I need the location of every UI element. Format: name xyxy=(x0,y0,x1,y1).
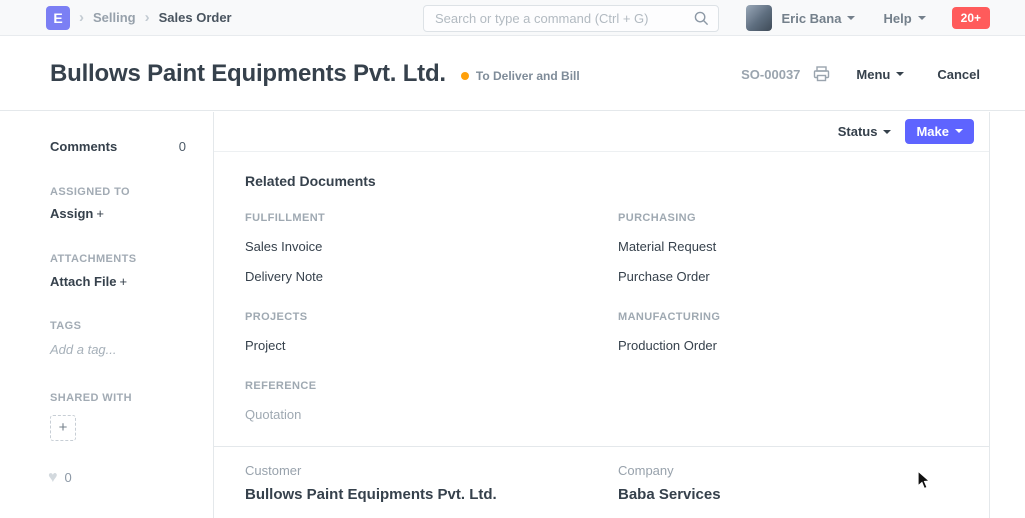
document-number: SO-00037 xyxy=(741,67,800,82)
user-menu[interactable]: Eric Bana xyxy=(781,11,855,26)
status-dropdown[interactable]: Status xyxy=(838,124,892,139)
customer-value[interactable]: Bullows Paint Equipments Pvt. Ltd. xyxy=(245,486,618,503)
user-avatar[interactable] xyxy=(746,5,772,31)
make-label: Make xyxy=(916,124,949,139)
related-documents-title: Related Documents xyxy=(245,173,989,189)
doc-group-heading: MANUFACTURING xyxy=(618,311,989,323)
chevron-down-icon xyxy=(883,130,891,134)
page-header: Bullows Paint Equipments Pvt. Ltd. To De… xyxy=(0,37,1025,111)
add-share-button[interactable]: + xyxy=(50,415,76,441)
doc-link-project[interactable]: Project xyxy=(245,338,285,353)
attach-file-label: Attach File xyxy=(50,274,116,289)
company-value[interactable]: Baba Services xyxy=(618,486,989,503)
menu-label: Menu xyxy=(856,67,890,82)
doc-link-purchase-order[interactable]: Purchase Order xyxy=(618,269,710,284)
attachments-heading: ATTACHMENTS xyxy=(50,253,136,265)
print-icon[interactable] xyxy=(813,66,830,82)
app-window: E › Selling › Sales Order Eric Bana Help… xyxy=(0,0,1025,518)
doc-link-production-order[interactable]: Production Order xyxy=(618,338,717,353)
status-dropdown-label: Status xyxy=(838,124,878,139)
tags-heading: TAGS xyxy=(50,320,81,332)
app-logo[interactable]: E xyxy=(46,6,70,30)
add-tag-input[interactable]: Add a tag... xyxy=(50,342,117,357)
chevron-down-icon xyxy=(918,16,926,20)
header-actions: SO-00037 Menu Cancel xyxy=(741,37,980,111)
doc-group-reference: REFERENCE Quotation xyxy=(245,380,618,422)
company-field: Company Baba Services xyxy=(618,463,989,503)
top-navbar: E › Selling › Sales Order Eric Bana Help… xyxy=(0,0,1025,36)
form-toolbar: Status Make xyxy=(214,112,989,152)
likes-count: 0 xyxy=(65,470,72,485)
customer-label: Customer xyxy=(245,463,618,478)
chevron-down-icon xyxy=(955,129,963,133)
cancel-button[interactable]: Cancel xyxy=(937,67,980,82)
plus-icon: + xyxy=(59,419,68,436)
related-documents-grid: FULFILLMENT Sales Invoice Delivery Note … xyxy=(214,212,989,422)
help-label: Help xyxy=(883,11,911,26)
doc-link-delivery-note[interactable]: Delivery Note xyxy=(245,269,323,284)
page-title: Bullows Paint Equipments Pvt. Ltd. xyxy=(50,60,446,88)
doc-group-heading: PROJECTS xyxy=(245,311,618,323)
attach-file-button[interactable]: Attach File+ xyxy=(50,274,127,289)
chevron-down-icon xyxy=(847,16,855,20)
details-section: Customer Bullows Paint Equipments Pvt. L… xyxy=(214,446,989,503)
chevron-down-icon xyxy=(896,72,904,76)
user-name-label: Eric Bana xyxy=(781,11,841,26)
doc-link-quotation[interactable]: Quotation xyxy=(245,407,301,422)
global-search xyxy=(423,5,719,32)
customer-field: Customer Bullows Paint Equipments Pvt. L… xyxy=(245,463,618,503)
company-label: Company xyxy=(618,463,989,478)
doc-group-purchasing: PURCHASING Material Request Purchase Ord… xyxy=(618,212,989,284)
assigned-to-heading: ASSIGNED TO xyxy=(50,186,130,198)
search-icon[interactable] xyxy=(694,11,709,26)
status-indicator: To Deliver and Bill xyxy=(461,69,580,83)
form-sidebar: Comments 0 ASSIGNED TO Assign+ ATTACHMEN… xyxy=(0,112,213,518)
doc-group-fulfillment: FULFILLMENT Sales Invoice Delivery Note xyxy=(245,212,618,284)
menu-dropdown[interactable]: Menu xyxy=(856,67,904,82)
status-dot-icon xyxy=(461,72,469,80)
plus-icon: + xyxy=(119,274,127,289)
chevron-right-icon: › xyxy=(79,9,84,26)
assign-button[interactable]: Assign+ xyxy=(50,206,104,221)
shared-with-heading: SHARED WITH xyxy=(50,392,132,404)
doc-link-material-request[interactable]: Material Request xyxy=(618,239,716,254)
notifications-badge[interactable]: 20+ xyxy=(952,7,990,29)
doc-group-manufacturing: MANUFACTURING Production Order xyxy=(618,311,989,353)
plus-icon: + xyxy=(96,206,104,221)
help-menu[interactable]: Help xyxy=(883,11,925,26)
breadcrumb-selling[interactable]: Selling xyxy=(93,10,136,25)
search-input[interactable] xyxy=(424,11,694,26)
status-label: To Deliver and Bill xyxy=(476,69,580,83)
doc-link-sales-invoice[interactable]: Sales Invoice xyxy=(245,239,322,254)
likes-row: ♥ 0 xyxy=(48,470,72,485)
doc-group-heading: PURCHASING xyxy=(618,212,989,224)
breadcrumb-sales-order[interactable]: Sales Order xyxy=(159,10,232,25)
doc-group-projects: PROJECTS Project xyxy=(245,311,618,353)
empty-cell xyxy=(618,380,989,422)
doc-group-heading: FULFILLMENT xyxy=(245,212,618,224)
comments-count: 0 xyxy=(179,139,186,154)
doc-group-heading: REFERENCE xyxy=(245,380,618,392)
comments-row: Comments 0 xyxy=(50,139,186,154)
form-body: Status Make Related Documents FULFILLMEN… xyxy=(213,112,990,518)
navbar-right: Eric Bana Help 20+ xyxy=(746,0,990,36)
make-button[interactable]: Make xyxy=(905,119,974,144)
heart-icon[interactable]: ♥ xyxy=(48,471,58,485)
comments-link[interactable]: Comments xyxy=(50,139,117,154)
chevron-right-icon: › xyxy=(145,9,150,26)
assign-label: Assign xyxy=(50,206,93,221)
title-row: Bullows Paint Equipments Pvt. Ltd. To De… xyxy=(50,37,580,111)
